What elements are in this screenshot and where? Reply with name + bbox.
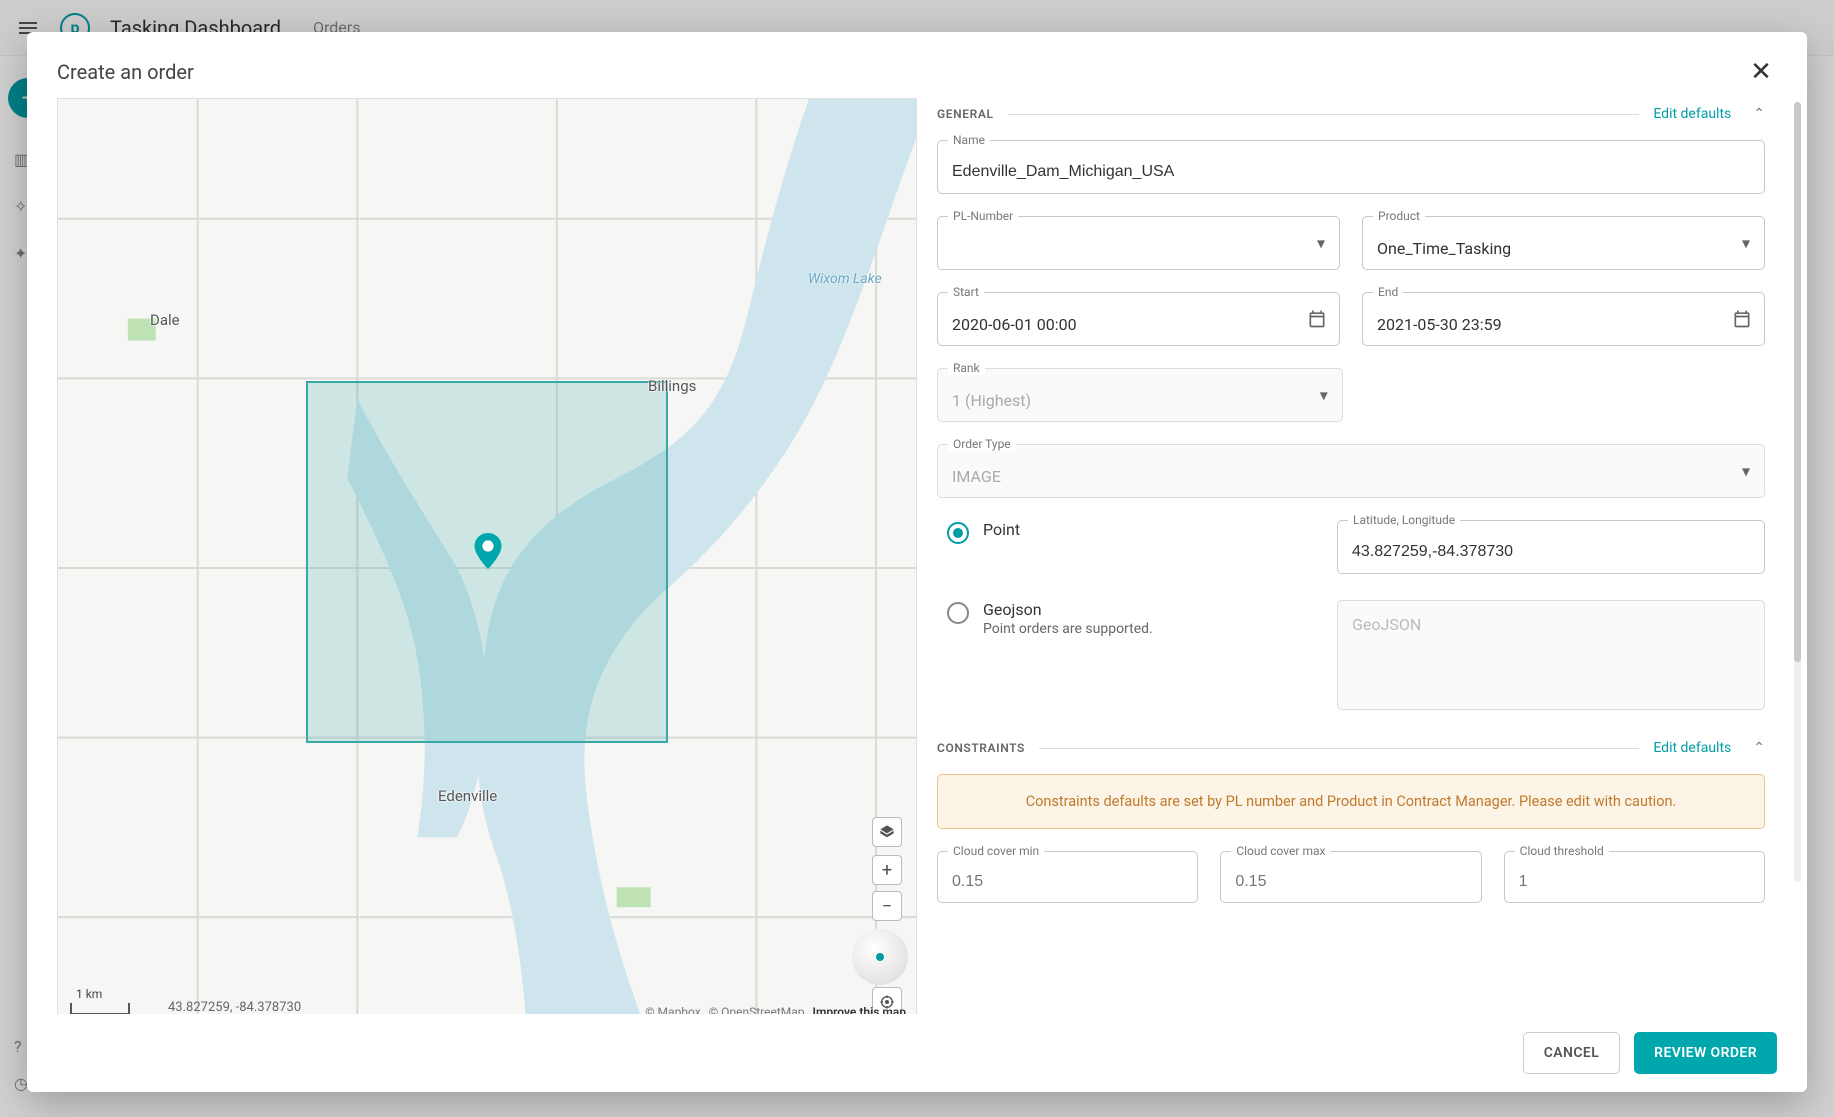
cc-max-input[interactable]	[1235, 873, 1466, 891]
section-general-header: GENERAL Edit defaults ⌃	[937, 106, 1765, 122]
map-pin-icon[interactable]	[474, 533, 502, 569]
plnumber-select[interactable]: PL-Number ▾	[937, 216, 1340, 270]
form-panel: GENERAL Edit defaults ⌃ Name PL-Number	[937, 98, 1783, 1014]
chevron-down-icon: ▾	[1317, 234, 1325, 253]
end-value: 2021-05-30 23:59	[1377, 315, 1750, 334]
radio-geojson-label: Geojson	[983, 600, 1153, 619]
ordertype-select: Order Type IMAGE ▾	[937, 444, 1765, 498]
product-label: Product	[1373, 209, 1425, 223]
modal-title: Create an order	[57, 60, 194, 84]
cc-min-label: Cloud cover min	[948, 844, 1044, 858]
map-zoom-in-button[interactable]: +	[872, 855, 902, 885]
geojson-textarea: GeoJSON	[1337, 600, 1765, 710]
attr-improve[interactable]: Improve this map	[813, 1005, 906, 1014]
chevron-up-icon[interactable]: ⌃	[1753, 106, 1765, 122]
close-icon[interactable]: ✕	[1745, 56, 1777, 88]
start-value: 2020-06-01 00:00	[952, 315, 1325, 334]
constraints-warning: Constraints defaults are set by PL numbe…	[937, 774, 1765, 829]
rank-label: Rank	[948, 361, 985, 375]
map-zoom-out-button[interactable]: −	[872, 891, 902, 921]
section-general-title: GENERAL	[937, 107, 994, 121]
edit-defaults-link-constraints[interactable]: Edit defaults	[1653, 740, 1731, 756]
radio-point-label: Point	[983, 520, 1020, 539]
cc-min-input[interactable]	[952, 873, 1183, 891]
latlon-label: Latitude, Longitude	[1348, 513, 1460, 527]
create-order-modal: Create an order ✕	[27, 32, 1807, 1092]
name-input[interactable]	[952, 163, 1750, 181]
start-label: Start	[948, 285, 984, 299]
end-label: End	[1373, 285, 1403, 299]
edit-defaults-link-general[interactable]: Edit defaults	[1653, 106, 1731, 122]
geojson-placeholder: GeoJSON	[1352, 615, 1421, 634]
cloudcover-min-field[interactable]: Cloud cover min	[937, 851, 1198, 903]
attr-mapbox[interactable]: © Mapbox	[645, 1005, 701, 1014]
map-globe-icon[interactable]	[852, 929, 908, 985]
map-panel[interactable]: Wixom Lake Dale Billings Edenville + −	[57, 98, 917, 1014]
latlon-input[interactable]	[1352, 543, 1750, 561]
cc-thr-input[interactable]	[1519, 873, 1750, 891]
map-coordinates: 43.827259, -84.378730	[168, 1000, 301, 1014]
section-constraints-header: CONSTRAINTS Edit defaults ⌃	[937, 740, 1765, 756]
cloudcover-max-field[interactable]: Cloud cover max	[1220, 851, 1481, 903]
review-order-button[interactable]: REVIEW ORDER	[1634, 1032, 1777, 1074]
modal-overlay: Create an order ✕	[0, 0, 1834, 1117]
ordertype-label: Order Type	[948, 437, 1016, 451]
cc-max-label: Cloud cover max	[1231, 844, 1330, 858]
attr-osm[interactable]: © OpenStreetMap	[709, 1005, 805, 1014]
form-scrollbar-thumb[interactable]	[1794, 102, 1801, 662]
cancel-button[interactable]: CANCEL	[1523, 1032, 1620, 1074]
rank-value: 1 (Highest)	[952, 391, 1328, 410]
end-date-field[interactable]: End 2021-05-30 23:59	[1362, 292, 1765, 346]
modal-footer: CANCEL REVIEW ORDER	[27, 1014, 1807, 1092]
start-date-field[interactable]: Start 2020-06-01 00:00	[937, 292, 1340, 346]
modal-header: Create an order ✕	[27, 32, 1807, 98]
calendar-icon[interactable]	[1307, 309, 1327, 329]
product-select[interactable]: Product One_Time_Tasking ▾	[1362, 216, 1765, 270]
map-scale: 1 km	[70, 1003, 130, 1014]
radio-geojson-sub: Point orders are supported.	[983, 621, 1153, 637]
cloud-threshold-field[interactable]: Cloud threshold	[1504, 851, 1765, 903]
ordertype-value: IMAGE	[952, 467, 1750, 486]
map-layers-button[interactable]	[872, 817, 902, 847]
name-label: Name	[948, 133, 990, 147]
product-value: One_Time_Tasking	[1377, 239, 1750, 258]
cc-thr-label: Cloud threshold	[1515, 844, 1609, 858]
name-field[interactable]: Name	[937, 140, 1765, 194]
chevron-up-icon[interactable]: ⌃	[1753, 740, 1765, 756]
map-attribution: © Mapbox © OpenStreetMap Improve this ma…	[645, 1005, 906, 1014]
rank-select: Rank 1 (Highest) ▾	[937, 368, 1343, 422]
section-constraints-title: CONSTRAINTS	[937, 741, 1025, 755]
radio-geojson[interactable]	[947, 602, 969, 624]
latlon-field[interactable]: Latitude, Longitude	[1337, 520, 1765, 574]
calendar-icon[interactable]	[1732, 309, 1752, 329]
radio-point[interactable]	[947, 522, 969, 544]
map-scale-label: 1 km	[76, 987, 102, 1001]
plnumber-label: PL-Number	[948, 209, 1018, 223]
